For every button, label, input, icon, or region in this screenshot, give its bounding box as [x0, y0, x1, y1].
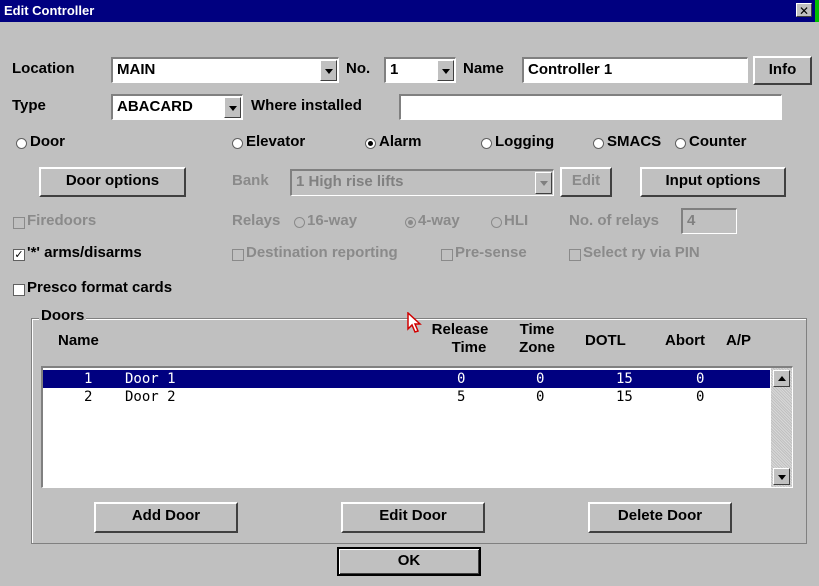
number-label: No.	[346, 60, 371, 77]
select-ry-via-pin-label: Select ry via PIN	[583, 244, 700, 261]
mouse-cursor-icon	[407, 312, 422, 333]
column-release-time: Release Time	[421, 321, 499, 357]
destination-reporting-checkbox[interactable]	[232, 249, 244, 261]
name-value: Controller 1	[528, 61, 613, 78]
chevron-down-icon[interactable]	[224, 97, 241, 118]
name-input[interactable]: Controller 1	[522, 57, 748, 83]
radio-relays-16-way[interactable]	[294, 217, 305, 228]
pre-sense-checkbox[interactable]	[441, 249, 453, 261]
door-dotl: 15	[616, 389, 633, 405]
input-options-button[interactable]: Input options	[640, 167, 786, 197]
edit-door-button[interactable]: Edit Door	[341, 502, 485, 533]
door-abort: 0	[696, 389, 705, 405]
column-release-time-line1: Release	[431, 321, 489, 338]
where-installed-input[interactable]	[399, 94, 782, 120]
bank-label: Bank	[232, 172, 269, 189]
presco-format-label: Presco format cards	[27, 279, 173, 296]
radio-counter-label: Counter	[689, 133, 747, 150]
chevron-down-icon[interactable]	[535, 172, 552, 194]
doors-list-scrollbar[interactable]	[771, 368, 792, 487]
radio-logging[interactable]	[481, 138, 492, 149]
doors-list[interactable]: 1 Door 1 0 0 15 0 2 Door 2 5 0 15 0	[41, 366, 793, 488]
radio-relays-4-way-label: 4-way	[418, 212, 460, 229]
name-label: Name	[463, 60, 504, 77]
column-release-time-line2: Time	[451, 339, 487, 356]
radio-door[interactable]	[16, 138, 27, 149]
num-relays-label: No. of relays	[569, 212, 660, 229]
doors-group-label: Doors	[39, 307, 87, 324]
presco-format-checkbox[interactable]	[13, 284, 25, 296]
type-label: Type	[12, 97, 46, 114]
door-abort: 0	[696, 371, 705, 387]
column-abort: Abort	[665, 332, 705, 349]
radio-relays-4-way[interactable]	[405, 217, 416, 228]
radio-relays-hli[interactable]	[491, 217, 502, 228]
edit-bank-button[interactable]: Edit	[560, 167, 612, 197]
num-relays-input[interactable]: 4	[681, 208, 737, 234]
door-name: Door 2	[125, 389, 176, 405]
number-value: 1	[390, 61, 399, 78]
add-door-button[interactable]: Add Door	[94, 502, 238, 533]
radio-relays-hli-label: HLI	[504, 212, 529, 229]
door-name: Door 1	[125, 371, 176, 387]
radio-counter[interactable]	[675, 138, 686, 149]
relays-label: Relays	[232, 212, 281, 229]
radio-elevator[interactable]	[232, 138, 243, 149]
door-time-zone: 0	[536, 389, 545, 405]
location-dropdown[interactable]: MAIN	[111, 57, 339, 83]
list-item[interactable]: 1 Door 1 0 0 15 0	[43, 370, 770, 388]
radio-door-label: Door	[30, 133, 65, 150]
pre-sense-label: Pre-sense	[455, 244, 527, 261]
radio-smacs[interactable]	[593, 138, 604, 149]
destination-reporting-label: Destination reporting	[246, 244, 398, 261]
ok-button[interactable]: OK	[337, 547, 481, 576]
num-relays-value: 4	[687, 212, 696, 229]
scroll-down-button[interactable]	[773, 468, 790, 485]
radio-logging-label: Logging	[495, 133, 555, 150]
column-ap: A/P	[726, 332, 752, 349]
column-time-zone-line2: Zone	[519, 339, 555, 356]
type-value: ABACARD	[117, 98, 193, 115]
select-ry-via-pin-checkbox[interactable]	[569, 249, 581, 261]
location-label: Location	[12, 60, 75, 77]
column-time-zone: Time Zone	[512, 321, 562, 357]
firedoors-label: Firedoors	[27, 212, 97, 229]
door-release-time: 5	[457, 389, 466, 405]
list-item[interactable]: 2 Door 2 5 0 15 0	[43, 388, 770, 406]
radio-smacs-label: SMACS	[607, 133, 662, 150]
door-dotl: 15	[616, 371, 633, 387]
door-options-button[interactable]: Door options	[39, 167, 186, 197]
door-number: 1	[84, 371, 93, 387]
number-dropdown[interactable]: 1	[384, 57, 456, 83]
window-edge-accent	[815, 0, 819, 22]
where-installed-label: Where installed	[251, 97, 362, 114]
column-time-zone-line1: Time	[519, 321, 555, 338]
edit-controller-dialog: Edit Controller ✕ Location MAIN No. 1 Na…	[0, 0, 819, 586]
close-button[interactable]: ✕	[796, 3, 812, 18]
radio-elevator-label: Elevator	[246, 133, 306, 150]
arms-disarms-label: '*' arms/disarms	[27, 244, 142, 261]
column-dotl: DOTL	[585, 332, 626, 349]
location-value: MAIN	[117, 61, 156, 78]
scroll-up-button[interactable]	[773, 370, 790, 387]
radio-alarm-label: Alarm	[379, 133, 422, 150]
firedoors-checkbox[interactable]	[13, 217, 25, 229]
bank-dropdown[interactable]: 1 High rise lifts	[290, 169, 554, 196]
delete-door-button[interactable]: Delete Door	[588, 502, 732, 533]
bank-value: 1 High rise lifts	[296, 173, 404, 190]
column-name: Name	[58, 332, 99, 349]
chevron-down-icon[interactable]	[437, 60, 454, 81]
chevron-down-icon[interactable]	[320, 60, 337, 81]
window-title: Edit Controller	[4, 3, 95, 18]
door-release-time: 0	[457, 371, 466, 387]
radio-relays-16-way-label: 16-way	[307, 212, 358, 229]
arms-disarms-checkbox[interactable]: ✓	[13, 249, 25, 261]
info-button[interactable]: Info	[753, 56, 812, 85]
title-bar: Edit Controller ✕	[0, 0, 819, 22]
type-dropdown[interactable]: ABACARD	[111, 94, 243, 120]
door-time-zone: 0	[536, 371, 545, 387]
radio-alarm[interactable]	[365, 138, 376, 149]
door-number: 2	[84, 389, 93, 405]
